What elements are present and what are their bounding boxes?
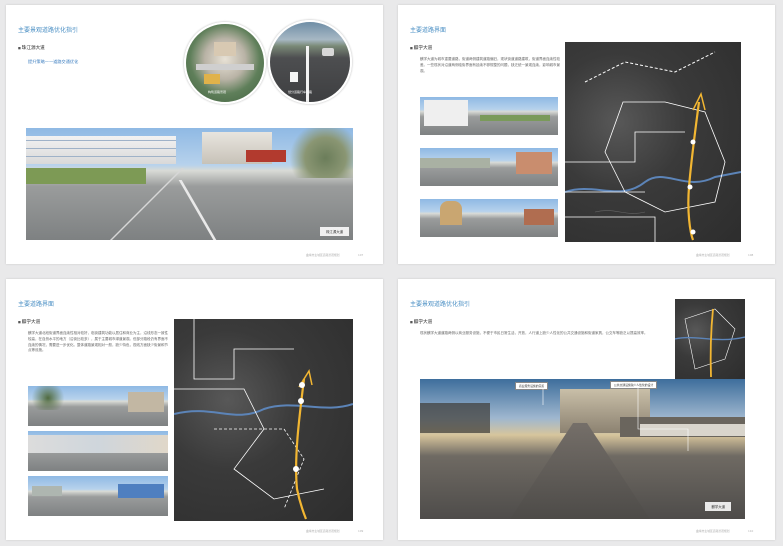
tag-commercial-facilities: 商业服务设施的完善	[515, 382, 549, 390]
route-map	[174, 319, 353, 521]
page-4: 主要景观道路优化指引 麒学大道 现状麒学大道道路两侧以商业服务设施，不便于市民日…	[398, 279, 775, 540]
street-photo-3	[28, 476, 168, 516]
location-map	[675, 299, 745, 379]
street-photo-2	[28, 431, 168, 471]
tag-public-transport: 公共交通设施缺少人性化的设计	[610, 381, 658, 389]
street-photo: 麒学大道	[420, 379, 745, 519]
street-photo-1	[28, 386, 168, 426]
page-number: 108	[748, 253, 754, 257]
page-title: 主要道路界面	[18, 301, 55, 308]
page-1: 主要景观道路优化指引 珠江源大道 提升策略——道路交通优化 构筑道路景观 划分道…	[6, 5, 383, 264]
page-2: 主要道路界面 麒学大道 麒学大道为城市重要道路，街道两侧建筑道路偏旧，现状街道道…	[398, 5, 775, 264]
section-paragraph: 麒学大道为城市重要道路，街道两侧建筑道路偏旧，现状街道道路建筑，街道界面连续性较…	[420, 57, 560, 73]
route-map-svg	[565, 51, 741, 242]
section-heading: 麒学大道	[410, 319, 432, 325]
page-title: 主要道路界面	[410, 27, 447, 34]
street-photo-3	[420, 199, 558, 237]
footer-text: 曲靖市主城区道路景观规划	[306, 529, 340, 533]
route-map-svg	[174, 319, 353, 520]
page-number: 107	[358, 253, 364, 257]
page-title: 主要景观道路优化指引	[18, 27, 79, 34]
street-photo-1	[420, 97, 558, 135]
location-map-svg	[675, 308, 745, 378]
section-subtitle: 提升策略——道路交通优化	[28, 59, 79, 64]
page-number: 109	[358, 529, 364, 533]
section-heading: 珠江源大道	[18, 45, 45, 51]
photo-caption: 珠江源大道	[320, 227, 349, 236]
section-paragraph: 麒学大道北段街道界面连续性相对较好，临街建筑功能以居住和商业为主，沿线形态一致性…	[28, 331, 168, 353]
section-heading: 麒学大道	[410, 45, 432, 51]
footer-text: 曲靖市主城区道路景观规划	[696, 253, 730, 257]
section-paragraph: 现状麒学大道道路两侧以商业服务设施，不便于市民日常生活，开放，人行道上缺少人性化…	[420, 331, 648, 335]
street-photo-2	[420, 148, 558, 186]
footer-text: 曲靖市主城区道路景观规划	[306, 253, 340, 257]
footer-text: 曲靖市主城区道路景观规划	[696, 529, 730, 533]
route-map	[565, 42, 741, 242]
section-heading: 麒学大道	[18, 319, 40, 325]
photo-caption: 麒学大道	[705, 502, 731, 511]
page-3: 主要道路界面 麒学大道 麒学大道北段街道界面连续性相对较好，临街建筑功能以居住和…	[6, 279, 383, 540]
street-photo: 珠江源大道	[26, 128, 353, 240]
circle-caption-left: 构筑道路景观	[208, 90, 227, 94]
circle-caption-right: 划分道路行车道路	[288, 90, 313, 94]
circle-photo-plaza: 构筑道路景观	[184, 22, 266, 104]
page-number: 110	[748, 529, 754, 533]
page-title: 主要景观道路优化指引	[410, 301, 471, 308]
circle-photo-road: 划分道路行车道路	[268, 20, 352, 104]
